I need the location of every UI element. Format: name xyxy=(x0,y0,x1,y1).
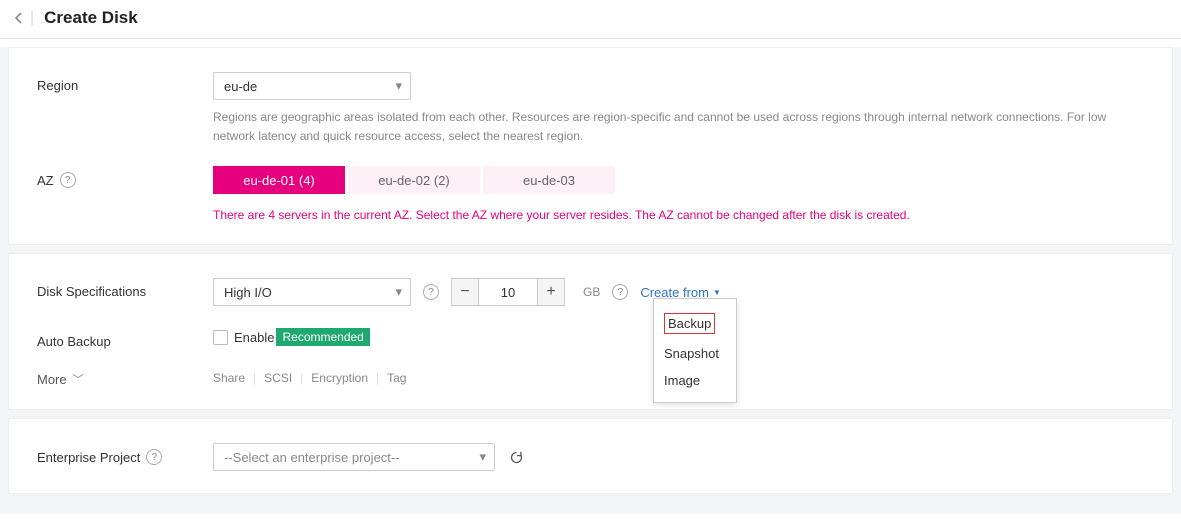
az-tabs: eu-de-01 (4) eu-de-02 (2) eu-de-03 xyxy=(213,166,1144,194)
region-hint: Regions are geographic areas isolated fr… xyxy=(213,108,1144,146)
menu-item-backup[interactable]: Backup xyxy=(654,307,736,340)
region-select[interactable]: eu-de ▾ xyxy=(213,72,411,100)
recommended-badge: Recommended xyxy=(276,328,369,346)
caret-down-icon: ▾ xyxy=(395,284,402,300)
az-tab-3[interactable]: eu-de-03 xyxy=(483,166,615,194)
az-note: There are 4 servers in the current AZ. S… xyxy=(213,208,1144,222)
menu-label: Snapshot xyxy=(664,346,719,361)
az-tab-label: eu-de-02 (2) xyxy=(378,173,450,188)
tag-scsi: SCSI xyxy=(264,371,292,385)
more-toggle[interactable]: More ﹀ xyxy=(37,371,213,387)
help-icon[interactable]: ? xyxy=(612,284,628,300)
page-header: | Create Disk xyxy=(0,0,1181,39)
help-icon[interactable]: ? xyxy=(423,284,439,300)
az-tab-1[interactable]: eu-de-01 (4) xyxy=(213,166,345,194)
az-tab-2[interactable]: eu-de-02 (2) xyxy=(348,166,480,194)
panel-spec: Disk Specifications High I/O ▾ ? − + GB … xyxy=(8,253,1173,410)
sep: | xyxy=(376,371,379,385)
disk-type-select[interactable]: High I/O ▾ xyxy=(213,278,411,306)
size-unit: GB xyxy=(583,285,600,299)
region-value: eu-de xyxy=(224,79,257,94)
tag-share: Share xyxy=(213,371,245,385)
label-az: AZ ? xyxy=(37,166,213,188)
help-icon[interactable]: ? xyxy=(146,449,162,465)
page-body: Region eu-de ▾ Regions are geographic ar… xyxy=(0,47,1181,514)
caret-down-icon: ▾ xyxy=(395,78,402,94)
sep: | xyxy=(300,371,303,385)
panel-region-az: Region eu-de ▾ Regions are geographic ar… xyxy=(8,47,1173,245)
tag-encryption: Encryption xyxy=(311,371,368,385)
field-region: eu-de ▾ Regions are geographic areas iso… xyxy=(213,72,1144,146)
label-region: Region xyxy=(37,72,213,93)
menu-label: Image xyxy=(664,373,700,388)
enable-text: Enable xyxy=(234,330,274,345)
ep-select[interactable]: --Select an enterprise project-- ▾ xyxy=(213,443,495,471)
label-text: Region xyxy=(37,78,78,93)
row-spec: Disk Specifications High I/O ▾ ? − + GB … xyxy=(37,278,1144,306)
size-stepper: − + xyxy=(451,278,565,306)
menu-label: Backup xyxy=(664,313,715,334)
row-more: More ﹀ Share | SCSI | Encryption | Tag xyxy=(37,371,1144,387)
back-icon[interactable] xyxy=(14,11,24,25)
create-from-menu: Backup Snapshot Image xyxy=(653,298,737,403)
more-label-text: More xyxy=(37,372,67,387)
row-ep: Enterprise Project ? --Select an enterpr… xyxy=(37,443,1144,471)
sep: | xyxy=(253,371,256,385)
caret-down-icon: ▾ xyxy=(479,449,486,465)
label-text: Auto Backup xyxy=(37,334,111,349)
enable-checkbox[interactable] xyxy=(213,330,228,345)
triangle-down-icon: ▼ xyxy=(713,288,721,297)
az-tab-label: eu-de-03 xyxy=(523,173,575,188)
menu-item-image[interactable]: Image xyxy=(654,367,736,394)
menu-item-snapshot[interactable]: Snapshot xyxy=(654,340,736,367)
field-az: eu-de-01 (4) eu-de-02 (2) eu-de-03 There… xyxy=(213,166,1144,222)
field-ep: --Select an enterprise project-- ▾ xyxy=(213,443,1144,471)
divider: | xyxy=(30,9,34,27)
page-title: Create Disk xyxy=(44,8,138,28)
row-auto-backup: Auto Backup Enable Recommended xyxy=(37,328,1144,349)
panel-enterprise-project: Enterprise Project ? --Select an enterpr… xyxy=(8,418,1173,494)
label-ep: Enterprise Project ? xyxy=(37,443,213,465)
label-text: Enterprise Project xyxy=(37,450,140,465)
minus-button[interactable]: − xyxy=(451,278,479,306)
help-icon[interactable]: ? xyxy=(60,172,76,188)
disk-type-value: High I/O xyxy=(224,285,272,300)
tag-tag: Tag xyxy=(387,371,406,385)
label-auto-backup: Auto Backup xyxy=(37,328,213,349)
label-text: Disk Specifications xyxy=(37,284,146,299)
az-tab-label: eu-de-01 (4) xyxy=(243,173,315,188)
label-text: AZ xyxy=(37,173,54,188)
row-region: Region eu-de ▾ Regions are geographic ar… xyxy=(37,72,1144,146)
label-spec: Disk Specifications xyxy=(37,278,213,299)
chevron-down-icon: ﹀ xyxy=(73,371,84,387)
size-input[interactable] xyxy=(479,278,537,306)
row-az: AZ ? eu-de-01 (4) eu-de-02 (2) eu-de-03 … xyxy=(37,166,1144,222)
refresh-button[interactable] xyxy=(505,446,527,468)
plus-button[interactable]: + xyxy=(537,278,565,306)
ep-placeholder: --Select an enterprise project-- xyxy=(224,450,400,465)
